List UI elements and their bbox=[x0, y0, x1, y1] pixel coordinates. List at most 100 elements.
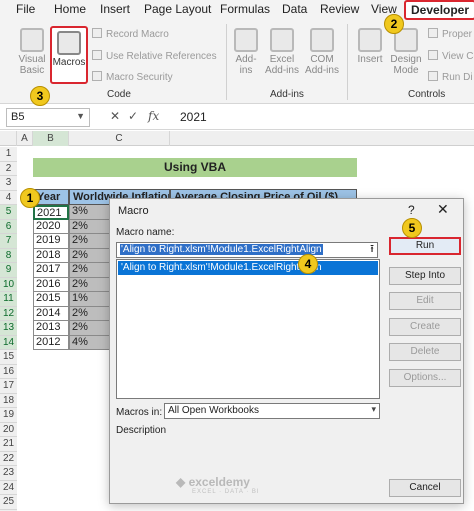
visual-basic-button[interactable]: Visual Basic bbox=[16, 28, 48, 76]
row-header[interactable]: 1 bbox=[0, 147, 17, 162]
column-header[interactable]: A bbox=[17, 131, 33, 146]
row-header[interactable]: 11 bbox=[0, 292, 17, 307]
table-cell-year[interactable]: 2015 bbox=[33, 292, 69, 307]
view-code-button[interactable]: View Co bbox=[428, 50, 474, 62]
row-header[interactable]: 13 bbox=[0, 321, 17, 336]
table-cell-year[interactable]: 2012 bbox=[33, 335, 69, 350]
column-header[interactable]: B bbox=[33, 131, 69, 146]
row-header[interactable]: 3 bbox=[0, 176, 17, 191]
help-icon[interactable]: ? bbox=[408, 203, 415, 217]
macro-security-button[interactable]: Macro Security bbox=[92, 71, 173, 83]
run-dialog-button[interactable]: Run Di bbox=[428, 71, 473, 83]
step-into-button[interactable]: Step Into bbox=[389, 267, 461, 285]
record-icon bbox=[92, 28, 102, 38]
group-separator bbox=[347, 24, 348, 100]
row-header[interactable]: 8 bbox=[0, 248, 17, 263]
step-badge-5: 5 bbox=[402, 218, 422, 238]
edit-button[interactable]: Edit bbox=[389, 292, 461, 310]
cancel-icon[interactable]: ✕ bbox=[110, 109, 120, 123]
row-header[interactable]: 17 bbox=[0, 379, 17, 394]
design-mode-button[interactable]: Design Mode bbox=[389, 28, 423, 76]
relative-references-icon bbox=[92, 50, 102, 60]
tab-developer[interactable]: Developer bbox=[404, 0, 474, 20]
row-header[interactable]: 15 bbox=[0, 350, 17, 365]
formula-input[interactable]: 2021 bbox=[180, 110, 207, 124]
group-label-addins: Add-ins bbox=[270, 89, 304, 100]
step-badge-2: 2 bbox=[384, 14, 404, 34]
run-dialog-icon bbox=[428, 71, 438, 81]
column-header[interactable] bbox=[170, 131, 474, 146]
row-header[interactable]: 24 bbox=[0, 480, 17, 495]
row-header[interactable]: 23 bbox=[0, 466, 17, 481]
table-cell-year[interactable]: 2014 bbox=[33, 306, 69, 321]
row-header[interactable]: 2 bbox=[0, 161, 17, 176]
exceldemy-tagline: EXCEL · DATA · BI bbox=[192, 489, 260, 495]
table-cell-year[interactable]: 2017 bbox=[33, 263, 69, 278]
tab-review[interactable]: Review bbox=[320, 2, 359, 16]
insert-function-icon[interactable]: fx bbox=[148, 109, 159, 123]
create-button[interactable]: Create bbox=[389, 318, 461, 336]
table-cell-year[interactable]: 2020 bbox=[33, 219, 69, 234]
run-button[interactable]: Run bbox=[389, 237, 461, 255]
name-box[interactable]: B5 ▼ bbox=[6, 108, 90, 127]
excel-addins-icon bbox=[270, 28, 294, 52]
table-cell-year[interactable]: 2018 bbox=[33, 248, 69, 263]
row-header[interactable]: 22 bbox=[0, 451, 17, 466]
cancel-button[interactable]: Cancel bbox=[389, 479, 461, 497]
tab-file[interactable]: File bbox=[16, 2, 35, 16]
view-code-icon bbox=[428, 50, 438, 60]
row-header[interactable]: 5 bbox=[0, 205, 17, 220]
chevron-down-icon: ▾ bbox=[371, 404, 376, 414]
macro-name-input[interactable]: 'Align to Right.xlsm'!Module1.ExcelRight… bbox=[116, 242, 378, 258]
row-header[interactable]: 25 bbox=[0, 495, 17, 510]
com-addins-icon bbox=[310, 28, 334, 52]
step-badge-3: 3 bbox=[30, 86, 50, 106]
record-macro-button[interactable]: Record Macro bbox=[92, 28, 169, 40]
row-header[interactable]: 6 bbox=[0, 219, 17, 234]
collapse-dialog-icon[interactable]: ⭱ bbox=[364, 242, 380, 258]
delete-button[interactable]: Delete bbox=[389, 343, 461, 361]
row-header[interactable]: 10 bbox=[0, 277, 17, 292]
com-addins-button[interactable]: COM Add-ins bbox=[304, 28, 340, 76]
properties-button[interactable]: Proper bbox=[428, 28, 472, 40]
tab-data[interactable]: Data bbox=[282, 2, 307, 16]
table-cell-year[interactable]: 2016 bbox=[33, 277, 69, 292]
insert-control-button[interactable]: Insert bbox=[355, 28, 385, 65]
table-cell-year[interactable]: 2021 bbox=[33, 205, 69, 220]
macros-in-select[interactable]: All Open Workbooks ▾ bbox=[164, 403, 380, 419]
row-header[interactable]: 4 bbox=[0, 190, 17, 205]
row-header[interactable]: 9 bbox=[0, 263, 17, 278]
row-header[interactable]: 21 bbox=[0, 437, 17, 452]
options-button[interactable]: Options... bbox=[389, 369, 461, 387]
row-header[interactable]: 16 bbox=[0, 364, 17, 379]
row-header[interactable]: 7 bbox=[0, 234, 17, 249]
row-header[interactable]: 19 bbox=[0, 408, 17, 423]
table-cell-year[interactable]: 2013 bbox=[33, 321, 69, 336]
row-header[interactable]: 12 bbox=[0, 306, 17, 321]
row-header[interactable]: 20 bbox=[0, 422, 17, 437]
macro-name-label: Macro name: bbox=[116, 227, 175, 238]
chevron-down-icon[interactable]: ▼ bbox=[76, 111, 85, 121]
macro-listbox[interactable]: 'Align to Right.xlsm'!Module1.ExcelRight… bbox=[116, 259, 380, 399]
macros-button[interactable]: Macros bbox=[50, 26, 88, 84]
step-badge-1: 1 bbox=[20, 188, 40, 208]
tab-page-layout[interactable]: Page Layout bbox=[144, 2, 211, 16]
use-relative-references-button[interactable]: Use Relative References bbox=[92, 50, 217, 62]
tab-formulas[interactable]: Formulas bbox=[220, 2, 270, 16]
tab-insert[interactable]: Insert bbox=[100, 2, 130, 16]
select-all-corner[interactable] bbox=[0, 131, 17, 146]
enter-icon[interactable]: ✓ bbox=[128, 109, 138, 123]
column-headers: A B C bbox=[0, 131, 474, 146]
list-item[interactable]: 'Align to Right.xlsm'!Module1.ExcelRight… bbox=[118, 261, 378, 275]
row-header[interactable]: 18 bbox=[0, 393, 17, 408]
excel-addins-button[interactable]: Excel Add-ins bbox=[264, 28, 300, 76]
table-cell-year[interactable]: 2019 bbox=[33, 234, 69, 249]
macros-icon bbox=[57, 31, 81, 55]
group-separator bbox=[226, 24, 227, 100]
column-header[interactable]: C bbox=[69, 131, 170, 146]
addins-button[interactable]: Add-ins bbox=[232, 28, 260, 76]
close-icon[interactable]: ✕ bbox=[437, 201, 449, 218]
ribbon-developer: Visual Basic Macros Record Macro Use Rel… bbox=[0, 20, 474, 104]
tab-home[interactable]: Home bbox=[54, 2, 86, 16]
row-header[interactable]: 14 bbox=[0, 335, 17, 350]
